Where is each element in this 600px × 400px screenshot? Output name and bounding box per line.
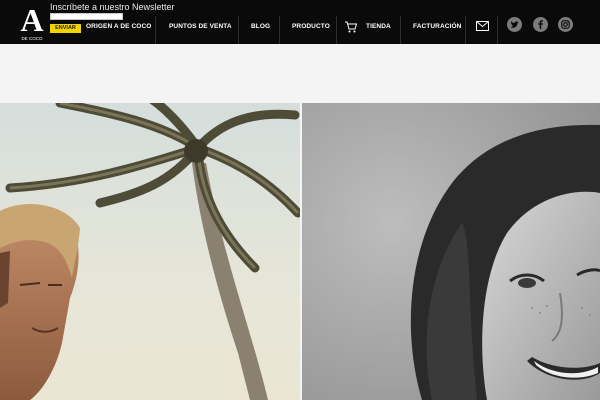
newsletter-submit-button[interactable]: ENVIAR [50,24,81,33]
nav-blog[interactable]: BLOG [251,0,270,44]
nav-divider [497,16,498,44]
nav-divider [336,16,337,44]
photo-woman-smiling [302,103,600,400]
nav-origen[interactable]: ORIGEN A DE COCO [86,0,151,44]
logo-subtext: DE COCO [21,36,43,41]
photo-man-palm [0,103,300,400]
nav-divider [400,16,401,44]
nav-divider [279,16,280,44]
cart-icon[interactable] [344,20,358,34]
nav-facturacion[interactable]: FACTURACIÓN [413,0,461,44]
site-header: A DE COCO Inscríbete a nuestro Newslette… [0,0,600,44]
nav-producto[interactable]: PRODUCTO [292,0,330,44]
nav-divider [238,16,239,44]
nav-tienda[interactable]: TIENDA [366,0,391,44]
mail-icon[interactable] [476,21,489,31]
twitter-icon[interactable] [507,17,522,32]
logo-letter: A [20,4,43,38]
instagram-icon[interactable] [558,17,573,32]
nav-divider [465,16,466,44]
brand-logo[interactable]: A DE COCO [20,4,44,42]
content-spacer [0,44,600,103]
nav-puntos-de-venta[interactable]: PUNTOS DE VENTA [169,0,232,44]
nav-divider [155,16,156,44]
facebook-icon[interactable] [533,17,548,32]
